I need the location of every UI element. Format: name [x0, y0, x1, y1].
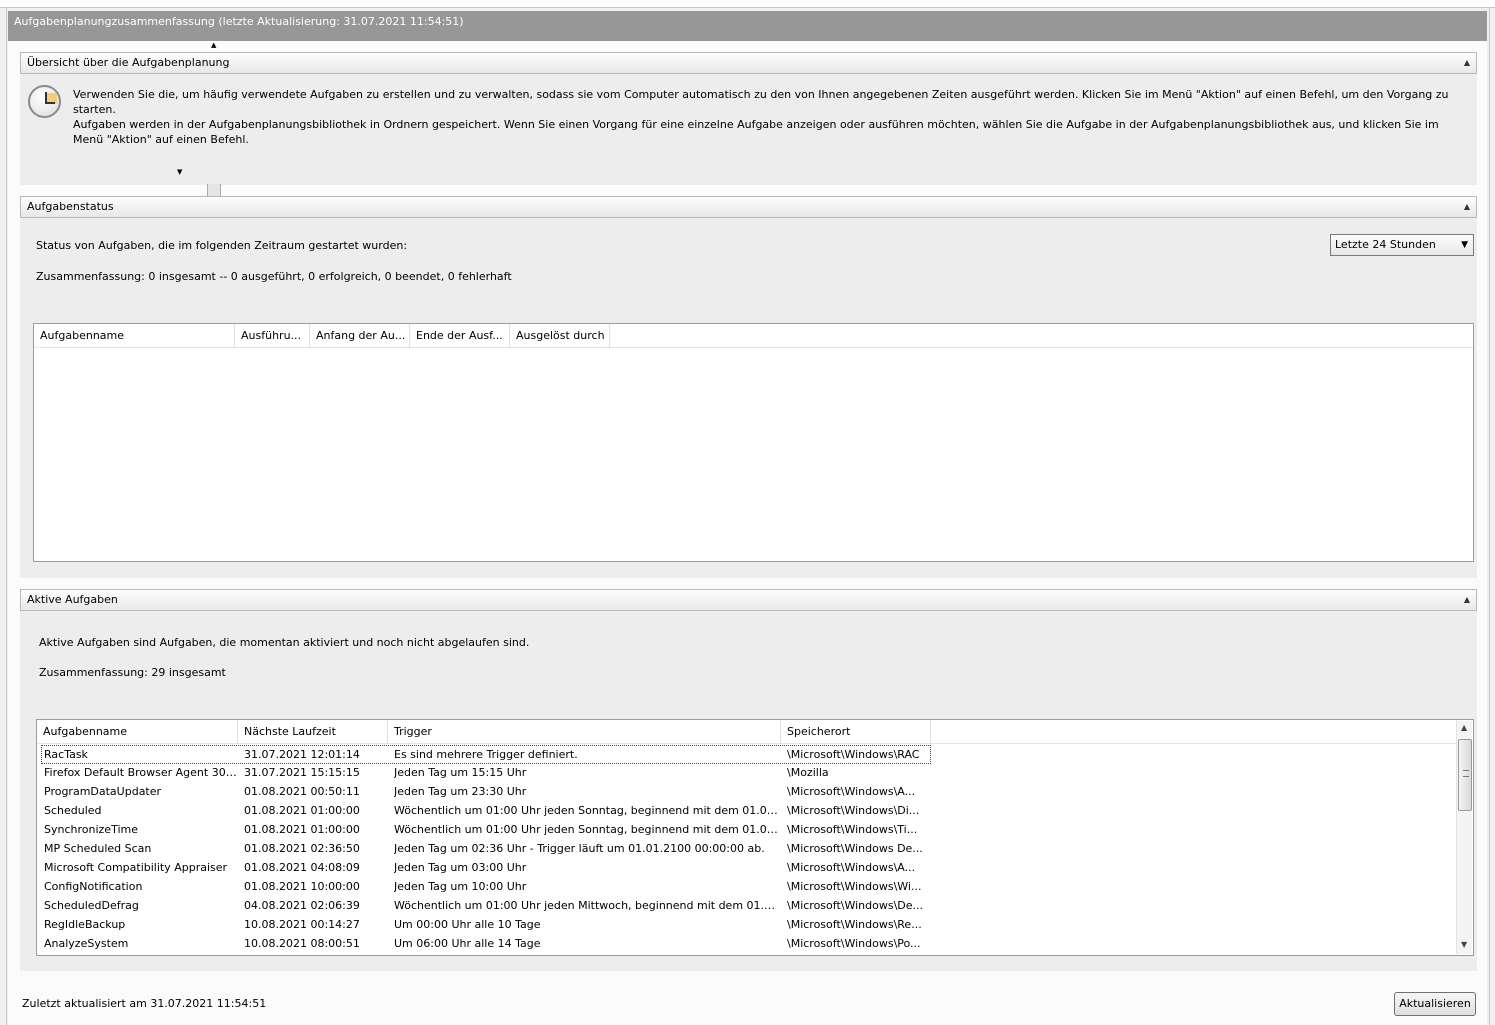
trigger-cell: Um 06:00 Uhr alle 14 Tage — [394, 937, 541, 950]
status-period-label: Status von Aufgaben, die im folgenden Ze… — [36, 239, 408, 252]
active-section-header[interactable]: Aktive Aufgaben ▲ — [20, 589, 1477, 611]
column-header-next-run[interactable]: Nächste Laufzeit — [238, 720, 388, 744]
location-cell: \Microsoft\Windows\A... — [787, 861, 916, 874]
window-top-border — [0, 0, 1495, 8]
location-cell: \Microsoft\Windows\Po... — [787, 937, 921, 950]
refresh-button[interactable]: Aktualisieren — [1394, 992, 1476, 1016]
table-row[interactable]: Scheduled 01.08.2021 01:00:00 Wöchentlic… — [41, 802, 931, 821]
task-name-cell: RegIdleBackup — [44, 918, 126, 931]
trigger-cell: Wöchentlich um 01:00 Uhr jeden Mittwoch,… — [394, 899, 780, 912]
status-header-label: Aufgabenstatus — [27, 200, 114, 213]
location-cell: \Microsoft\Windows\A... — [787, 785, 916, 798]
active-header-label: Aktive Aufgaben — [27, 593, 118, 606]
location-cell: \Microsoft\Windows\RAC — [787, 748, 920, 761]
task-name-cell: ScheduledDefrag — [44, 899, 139, 912]
column-header-triggered-by[interactable]: Ausgelöst durch — [510, 324, 610, 348]
trigger-cell: Es sind mehrere Trigger definiert. — [394, 748, 578, 761]
trigger-cell: Wöchentlich um 01:00 Uhr jeden Sonntag, … — [394, 823, 780, 836]
period-dropdown-value: Letzte 24 Stunden — [1335, 238, 1436, 251]
collapse-arrow-icon[interactable]: ▲ — [1464, 58, 1470, 67]
column-header-run-end[interactable]: Ende der Ausf... — [410, 324, 510, 348]
location-cell: \Microsoft\Windows\Di... — [787, 804, 920, 817]
splitter-handle[interactable]: ▲ ▼ — [177, 41, 223, 196]
scroll-down-icon[interactable]: ▼ — [1461, 940, 1467, 949]
overview-paragraph-1: Verwenden Sie die, um häufig verwendete … — [73, 88, 1449, 116]
next-run-cell: 01.08.2021 01:00:00 — [244, 804, 360, 817]
next-run-cell: 31.07.2021 15:15:15 — [244, 766, 360, 779]
table-row[interactable]: ConfigNotification 01.08.2021 10:00:00 J… — [41, 878, 931, 897]
table-row[interactable]: RacTask 31.07.2021 12:01:14 Es sind mehr… — [41, 745, 931, 764]
task-name-cell: AnalyzeSystem — [44, 937, 129, 950]
trigger-cell: Jeden Tag um 15:15 Uhr — [394, 766, 527, 779]
task-name-cell: RacTask — [44, 748, 88, 761]
trigger-cell: Jeden Tag um 23:30 Uhr — [394, 785, 527, 798]
task-name-cell: MP Scheduled Scan — [44, 842, 152, 855]
column-header-trigger[interactable]: Trigger — [388, 720, 781, 744]
task-name-cell: Firefox Default Browser Agent 3080... — [44, 766, 239, 779]
overview-paragraph-2: Aufgaben werden in der Aufgabenplanungsb… — [73, 118, 1439, 146]
status-summary: Zusammenfassung: 0 insgesamt -- 0 ausgef… — [36, 270, 512, 283]
next-run-cell: 31.07.2021 12:01:14 — [244, 748, 360, 761]
summary-title: Aufgabenplanungzusammenfassung (letzte A… — [8, 11, 1487, 41]
column-header-task-name[interactable]: Aufgabenname — [34, 324, 235, 348]
location-cell: \Microsoft\Windows\Wi... — [787, 880, 922, 893]
clock-icon — [28, 85, 61, 118]
overview-header-label: Übersicht über die Aufgabenplanung — [27, 56, 230, 69]
trigger-cell: Jeden Tag um 03:00 Uhr — [394, 861, 527, 874]
trigger-cell: Um 00:00 Uhr alle 10 Tage — [394, 918, 541, 931]
active-table-scrollbar[interactable]: ▲ ▼ — [1456, 721, 1472, 954]
table-row[interactable]: Microsoft Compatibility Appraiser 01.08.… — [41, 859, 931, 878]
collapse-arrow-icon[interactable]: ▲ — [1464, 202, 1470, 211]
status-table-header: Aufgabenname Ausführu... Anfang der Au..… — [34, 324, 1473, 348]
active-table-header: Aufgabenname Nächste Laufzeit Trigger Sp… — [37, 720, 1456, 744]
active-task-table: Aufgabenname Nächste Laufzeit Trigger Sp… — [36, 719, 1474, 956]
next-run-cell: 01.08.2021 01:00:00 — [244, 823, 360, 836]
table-row[interactable]: ScheduledDefrag 04.08.2021 02:06:39 Wöch… — [41, 897, 931, 916]
status-task-table: Aufgabenname Ausführu... Anfang der Au..… — [33, 323, 1474, 562]
column-header-run-start[interactable]: Anfang der Au... — [310, 324, 410, 348]
next-run-cell: 01.08.2021 02:36:50 — [244, 842, 360, 855]
column-header-location[interactable]: Speicherort — [781, 720, 931, 744]
location-cell: \Microsoft\Windows De... — [787, 842, 923, 855]
column-header-run-result[interactable]: Ausführu... — [235, 324, 310, 348]
next-run-cell: 01.08.2021 10:00:00 — [244, 880, 360, 893]
location-cell: \Microsoft\Windows\De... — [787, 899, 924, 912]
status-section-header[interactable]: Aufgabenstatus ▲ — [20, 196, 1477, 218]
table-row[interactable]: AnalyzeSystem 10.08.2021 08:00:51 Um 06:… — [41, 935, 931, 954]
active-summary: Zusammenfassung: 29 insgesamt — [39, 666, 226, 679]
scroll-up-icon[interactable]: ▲ — [1461, 723, 1467, 732]
location-cell: \Microsoft\Windows\Ti... — [787, 823, 918, 836]
task-name-cell: SynchronizeTime — [44, 823, 138, 836]
next-run-cell: 01.08.2021 00:50:11 — [244, 785, 360, 798]
trigger-cell: Wöchentlich um 01:00 Uhr jeden Sonntag, … — [394, 804, 780, 817]
left-border — [6, 8, 7, 1025]
table-row[interactable]: SynchronizeTime 01.08.2021 01:00:00 Wöch… — [41, 821, 931, 840]
right-border — [1489, 8, 1490, 1025]
chevron-down-icon: ▼ — [1461, 240, 1468, 250]
table-row[interactable]: ProgramDataUpdater 01.08.2021 00:50:11 J… — [41, 783, 931, 802]
location-cell: \Mozilla — [787, 766, 829, 779]
overview-section-header[interactable]: Übersicht über die Aufgabenplanung ▲ — [20, 52, 1477, 74]
column-header-task-name[interactable]: Aufgabenname — [37, 720, 238, 744]
next-run-cell: 04.08.2021 02:06:39 — [244, 899, 360, 912]
next-run-cell: 10.08.2021 00:14:27 — [244, 918, 360, 931]
collapse-arrow-icon[interactable]: ▲ — [1464, 595, 1470, 604]
table-row[interactable]: RegIdleBackup 10.08.2021 00:14:27 Um 00:… — [41, 916, 931, 935]
next-run-cell: 10.08.2021 08:00:51 — [244, 937, 360, 950]
task-name-cell: Scheduled — [44, 804, 102, 817]
period-dropdown[interactable]: Letzte 24 Stunden ▼ — [1330, 234, 1474, 256]
trigger-cell: Jeden Tag um 02:36 Uhr - Trigger läuft u… — [394, 842, 765, 855]
trigger-cell: Jeden Tag um 10:00 Uhr — [394, 880, 527, 893]
last-updated-text: Zuletzt aktualisiert am 31.07.2021 11:54… — [22, 997, 267, 1010]
table-row[interactable]: Firefox Default Browser Agent 3080... 31… — [41, 764, 931, 783]
active-description: Aktive Aufgaben sind Aufgaben, die momen… — [39, 636, 530, 649]
task-name-cell: ProgramDataUpdater — [44, 785, 162, 798]
task-name-cell: ConfigNotification — [44, 880, 143, 893]
next-run-cell: 01.08.2021 04:08:09 — [244, 861, 360, 874]
scrollbar-thumb[interactable] — [1458, 739, 1472, 811]
task-name-cell: Microsoft Compatibility Appraiser — [44, 861, 228, 874]
table-row[interactable]: MP Scheduled Scan 01.08.2021 02:36:50 Je… — [41, 840, 931, 859]
location-cell: \Microsoft\Windows\Re... — [787, 918, 922, 931]
